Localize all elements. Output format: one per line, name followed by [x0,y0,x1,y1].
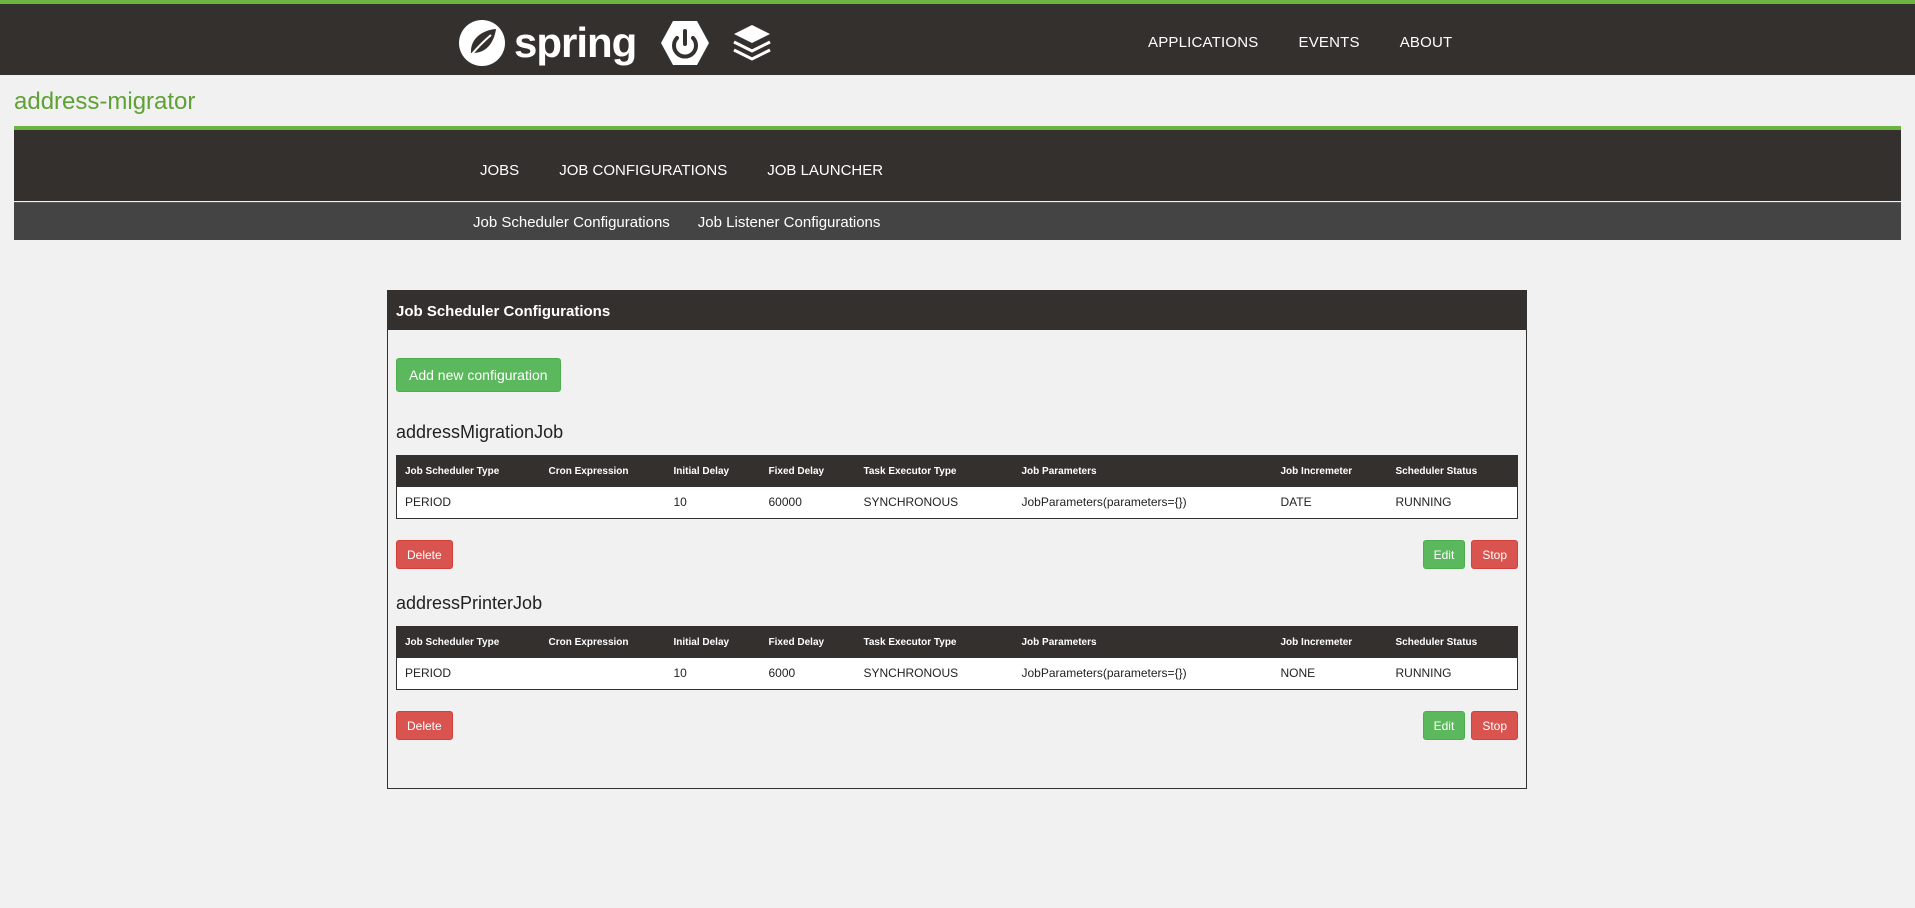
cell-scheduler-status: RUNNING [1395,666,1452,681]
column-header: Task Executor Type [863,636,957,648]
cell-initial-delay: 10 [673,495,687,510]
cell-job-incrementer: DATE [1280,495,1312,510]
brand[interactable]: spring [458,18,774,68]
cell-initial-delay: 10 [673,666,687,681]
job-name: addressMigrationJob [396,422,564,442]
cell-scheduler-status: RUNNING [1395,495,1452,510]
job-actions: Delete Edit Stop [396,540,1518,569]
tab-job-scheduler-configurations[interactable]: Job Scheduler Configurations [473,214,670,231]
column-header: Fixed Delay [768,636,825,648]
cell-fixed-delay: 6000 [768,666,796,681]
top-nav: APPLICATIONS EVENTS ABOUT [1148,34,1492,51]
nav-about[interactable]: ABOUT [1400,34,1453,51]
table-header-row: Job Scheduler Type Cron Expression Initi… [396,455,1518,487]
panel-title: Job Scheduler Configurations [388,291,1526,330]
delete-button[interactable]: Delete [396,711,453,740]
spring-leaf-icon [459,20,505,66]
nav-events[interactable]: EVENTS [1298,34,1359,51]
stop-button[interactable]: Stop [1471,711,1518,740]
top-header: spring APPLICATIONS EVENTS ABOUT [0,0,1915,75]
column-header: Job Incremeter [1280,636,1353,648]
nav-applications[interactable]: APPLICATIONS [1148,34,1258,51]
column-header: Job Scheduler Type [405,465,500,477]
sub-header: JOBS JOB CONFIGURATIONS JOB LAUNCHER [14,126,1901,201]
job-table: Job Scheduler Type Cron Expression Initi… [396,455,1518,519]
logo-wordmark: spring [514,19,637,66]
column-header: Scheduler Status [1395,636,1478,648]
edit-button[interactable]: Edit [1422,711,1466,740]
layers-icon [733,25,772,61]
column-header: Initial Delay [673,465,730,477]
scheduler-panel: Job Scheduler Configurations Add new con… [387,290,1527,789]
cell-job-incrementer: NONE [1280,666,1316,681]
column-header: Cron Expression [548,636,629,648]
table-row: PERIOD 10 6000 SYNCHRONOUS JobParameters… [397,658,1518,690]
nav-job-launcher[interactable]: JOB LAUNCHER [767,162,883,179]
tab-bar: Job Scheduler Configurations Job Listene… [14,202,1901,240]
nav-job-configurations[interactable]: JOB CONFIGURATIONS [559,162,727,179]
cell-cron-expression [541,658,666,690]
cell-task-executor-type: SYNCHRONOUS [863,666,959,681]
sub-nav: JOBS JOB CONFIGURATIONS JOB LAUNCHER [480,162,923,179]
add-configuration-button[interactable]: Add new configuration [396,358,561,392]
column-header: Scheduler Status [1395,465,1478,477]
column-header: Initial Delay [673,636,730,648]
stop-button[interactable]: Stop [1471,540,1518,569]
cell-job-parameters: JobParameters(parameters={}) [1021,666,1187,681]
cell-job-parameters: JobParameters(parameters={}) [1021,495,1187,510]
cell-scheduler-type: PERIOD [405,666,452,681]
column-header: Job Parameters [1021,636,1097,648]
column-header: Job Incremeter [1280,465,1353,477]
tab-job-listener-configurations[interactable]: Job Listener Configurations [698,214,881,231]
job-name: addressPrinterJob [396,593,543,613]
delete-button[interactable]: Delete [396,540,453,569]
cell-scheduler-type: PERIOD [405,495,452,510]
column-header: Fixed Delay [768,465,825,477]
spring-boot-icon [661,21,710,65]
cell-task-executor-type: SYNCHRONOUS [863,495,959,510]
job-table: Job Scheduler Type Cron Expression Initi… [396,626,1518,690]
job-actions: Delete Edit Stop [396,711,1518,740]
table-header-row: Job Scheduler Type Cron Expression Initi… [396,626,1518,658]
nav-jobs[interactable]: JOBS [480,162,519,179]
column-header: Task Executor Type [863,465,957,477]
table-row: PERIOD 10 60000 SYNCHRONOUS JobParameter… [397,487,1518,519]
page-title: address-migrator [14,88,196,115]
edit-button[interactable]: Edit [1422,540,1466,569]
cell-fixed-delay: 60000 [768,495,802,510]
column-header: Cron Expression [548,465,629,477]
column-header: Job Scheduler Type [405,636,500,648]
cell-cron-expression [541,487,666,519]
column-header: Job Parameters [1021,465,1097,477]
